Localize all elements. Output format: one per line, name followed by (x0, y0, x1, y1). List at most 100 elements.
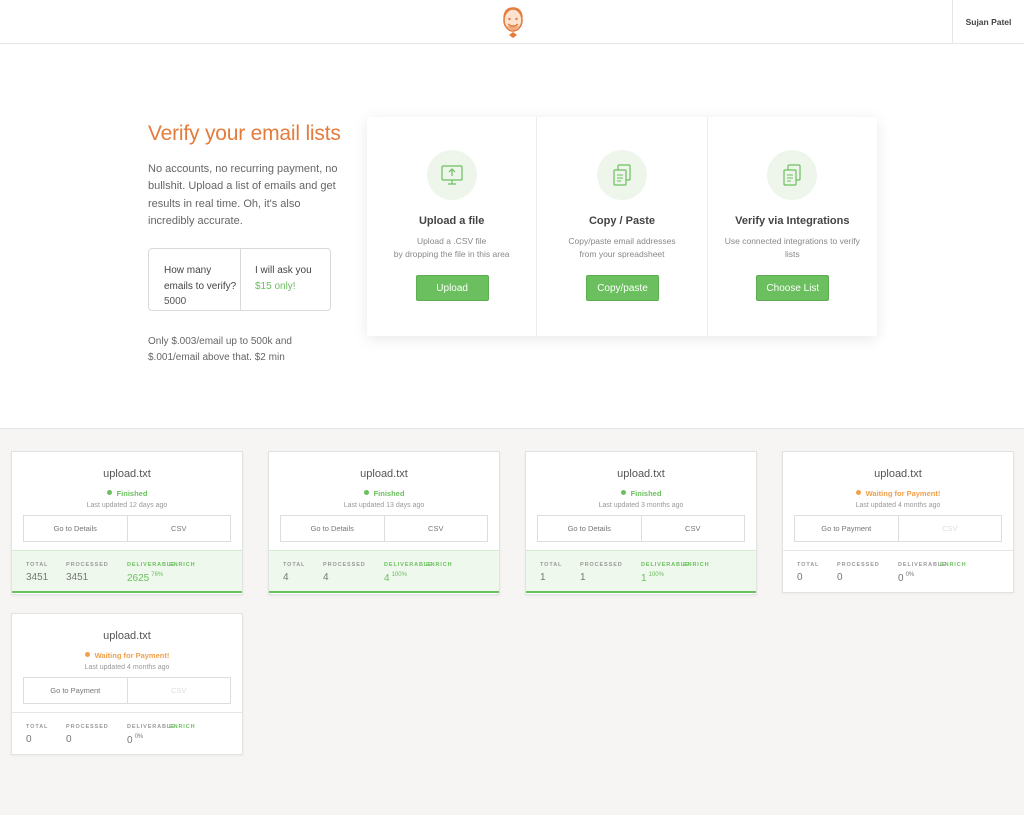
stat-enrich[interactable]: ENRICH (940, 562, 966, 568)
go-to-details-button[interactable]: Go to Details (24, 516, 128, 541)
stat-total: TOTAL 4 (283, 562, 305, 583)
card-stats: TOTAL 0 PROCESSED 0 DELIVERABLE 0 0% ENRICH (783, 550, 1013, 593)
card-file-name: upload.txt (617, 468, 665, 480)
status-dot-icon (620, 490, 626, 495)
stat-value: 1 (540, 572, 546, 583)
go-to-details-button[interactable]: Go to Details (281, 516, 385, 541)
option-title: Verify via Integrations (735, 215, 850, 227)
stat-processed: PROCESSED 0 (837, 562, 880, 583)
card-stats: TOTAL 0 PROCESSED 0 DELIVERABLE 0 0% ENRICH (12, 712, 242, 755)
stat-label: TOTAL (26, 562, 49, 568)
option-subtitle: Copy/paste email addresses from your spr… (543, 235, 700, 260)
upload-card: upload.txt Finished Last updated 12 days… (11, 451, 243, 595)
stat-value: 4 100% (384, 572, 433, 584)
option-subtitle-line: Upload a .CSV file (416, 236, 487, 246)
enrich-link[interactable]: ENRICH (169, 724, 195, 730)
status-text: Finished (116, 489, 148, 498)
enrich-link[interactable]: ENRICH (683, 562, 709, 568)
card-stats: TOTAL 4 PROCESSED 4 DELIVERABLE 4 100% ENRIC… (269, 550, 499, 593)
status-text: Waiting for Payment! (94, 651, 170, 660)
status-badge: Finished (526, 489, 756, 498)
stat-value: 1 100% (641, 572, 690, 584)
stat-label: TOTAL (283, 562, 306, 568)
upload-options-panel: Upload a file Upload a .CSV file by drop… (367, 117, 877, 336)
deliverable-count: 1 (641, 573, 647, 584)
calc-price: $15 only! (255, 280, 296, 292)
stat-value: 4 (323, 572, 329, 583)
pricing-note: Only $.003/email up to 500k and $.001/em… (148, 336, 292, 363)
stat-label: PROCESSED (580, 562, 623, 568)
status-badge: Waiting for Payment! (12, 651, 242, 660)
option-title: Copy / Paste (588, 215, 655, 227)
stat-label: PROCESSED (323, 562, 366, 568)
stat-value: 0 (66, 734, 72, 745)
user-name: Sujan Patel (965, 17, 1012, 27)
hero-description: No accounts, no recurring payment, no bu… (148, 163, 338, 228)
stat-total: TOTAL 1 (540, 562, 562, 583)
card-last-updated: Last updated 4 months ago (855, 502, 941, 509)
copy-documents-icon (596, 150, 647, 200)
option-subtitle-line: Copy/paste email addresses (568, 236, 676, 246)
stat-value: 0 (837, 572, 843, 583)
copy-paste-button[interactable]: Copy/paste (585, 275, 659, 301)
upload-card: upload.txt Waiting for Payment! Last upd… (11, 613, 243, 755)
deliverable-percent: 100% (391, 572, 407, 578)
upload-card: upload.txt Waiting for Payment! Last upd… (782, 451, 1014, 593)
stat-enrich[interactable]: ENRICH (169, 724, 195, 730)
upload-card: upload.txt Finished Last updated 3 month… (525, 451, 757, 595)
enrich-link[interactable]: ENRICH (940, 562, 966, 568)
choose-list-button[interactable]: Choose List (756, 275, 830, 301)
card-last-updated: Last updated 4 months ago (84, 664, 170, 671)
stat-label: PROCESSED (66, 724, 109, 730)
option-subtitle: Upload a .CSV file by dropping the file … (373, 235, 530, 260)
calc-quantity-input[interactable]: 5000 (164, 294, 240, 310)
csv-button[interactable]: CSV (128, 516, 231, 541)
option-subtitle-line: Use connected integrations to verify (724, 236, 860, 246)
copy-documents-icon (767, 150, 818, 200)
stat-enrich[interactable]: ENRICH (426, 562, 452, 568)
stat-enrich[interactable]: ENRICH (683, 562, 709, 568)
stat-value: 0 (797, 572, 803, 583)
mascot-face-logo[interactable] (499, 5, 527, 39)
stat-total: TOTAL 0 (26, 724, 48, 745)
stat-enrich[interactable]: ENRICH (169, 562, 195, 568)
option-subtitle-line: by dropping the file in this area (393, 248, 510, 259)
option-copy-paste[interactable]: Copy / Paste Copy/paste email addresses … (537, 117, 708, 336)
stat-value: 0 0% (898, 572, 947, 584)
deliverable-percent: 0% (905, 572, 915, 578)
go-to-details-button[interactable]: Go to Details (538, 516, 642, 541)
deliverable-count: 0 (127, 735, 133, 746)
status-dot-icon (106, 490, 112, 495)
page-title: Verify your email lists (148, 122, 341, 145)
user-menu[interactable]: Sujan Patel (952, 0, 1024, 44)
card-file-name: upload.txt (103, 468, 151, 480)
enrich-link[interactable]: ENRICH (426, 562, 452, 568)
deliverable-count: 0 (898, 573, 904, 584)
calc-quantity-panel[interactable]: How many emails to verify? 5000 (149, 249, 241, 310)
stat-value: 1 (580, 572, 586, 583)
card-last-updated: Last updated 3 months ago (598, 502, 684, 509)
csv-button[interactable]: CSV (385, 516, 488, 541)
go-to-payment-button[interactable]: Go to Payment (795, 516, 899, 541)
option-upload-file[interactable]: Upload a file Upload a .CSV file by drop… (367, 117, 538, 336)
stat-label: TOTAL (26, 724, 49, 730)
go-to-payment-button[interactable]: Go to Payment (24, 678, 128, 703)
stat-value: 0 0% (127, 734, 176, 746)
status-dot-icon (84, 652, 90, 657)
stat-label: PROCESSED (837, 562, 880, 568)
card-last-updated: Last updated 13 days ago (343, 502, 425, 509)
upload-card: upload.txt Finished Last updated 13 days… (268, 451, 500, 595)
upload-button[interactable]: Upload (415, 275, 489, 301)
option-subtitle: Use connected integrations to verify lis… (714, 235, 871, 260)
stat-value: 3451 (26, 572, 49, 583)
deliverable-count: 2625 (127, 573, 150, 584)
stat-label: TOTAL (540, 562, 563, 568)
option-integrations[interactable]: Verify via Integrations Use connected in… (708, 117, 877, 336)
card-actions: Go to Details CSV (537, 515, 745, 542)
stat-processed: PROCESSED 0 (66, 724, 109, 745)
stat-processed: PROCESSED 4 (323, 562, 366, 583)
stat-total: TOTAL 0 (797, 562, 819, 583)
card-actions: Go to Details CSV (280, 515, 488, 542)
csv-button[interactable]: CSV (642, 516, 745, 541)
enrich-link[interactable]: ENRICH (169, 562, 195, 568)
